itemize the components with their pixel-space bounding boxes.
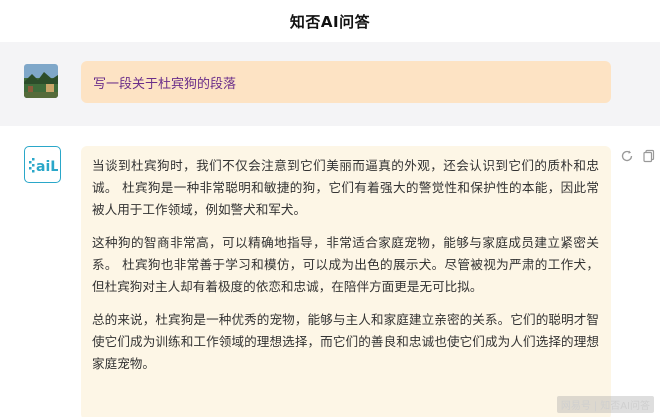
landscape-photo-icon <box>24 64 58 98</box>
user-message-text: 写一段关于杜宾狗的段落 <box>93 76 237 92</box>
ai-paragraph-1: 当谈到杜宾狗时，我们不仅会注意到它们美丽而逼真的外观，还会认识到它们的质朴和忠诚… <box>92 158 599 217</box>
watermark-source: 网易号 <box>560 401 591 412</box>
ai-message-bubble: 当谈到杜宾狗时，我们不仅会注意到它们美丽而逼真的外观，还会认识到它们的质朴和忠诚… <box>81 146 611 417</box>
ai-logo-text: aiL <box>36 159 58 175</box>
message-tools <box>620 148 656 163</box>
copy-icon[interactable] <box>642 148 656 163</box>
user-avatar <box>24 64 58 98</box>
ai-logo-icon: aiL <box>28 157 58 175</box>
ai-avatar: aiL <box>24 146 61 183</box>
refresh-icon[interactable] <box>620 148 634 162</box>
user-message-row: 写一段关于杜宾狗的段落 <box>0 42 660 126</box>
ai-paragraph-3: 总的来说，杜宾狗是一种优秀的宠物，能够与主人和家庭建立亲密的关系。它们的聪明才智… <box>92 312 599 371</box>
page-title: 知否AI问答 <box>289 12 371 31</box>
ai-message-row: aiL 当谈到杜宾狗时，我们不仅会注意到它们美丽而逼真的外观，还会认识到它们的质… <box>0 126 660 417</box>
watermark-separator: | <box>593 401 598 412</box>
watermark-author: 知否AI问答 <box>600 401 650 412</box>
watermark: 网易号 | 知否AI问答 <box>556 396 654 413</box>
app-header: 知否AI问答 <box>0 0 660 42</box>
ai-paragraph-2: 这种狗的智商非常高，可以精确地指导，非常适合家庭宠物，能够与家庭成员建立紧密关系… <box>92 235 599 294</box>
user-message-bubble: 写一段关于杜宾狗的段落 <box>81 61 611 103</box>
